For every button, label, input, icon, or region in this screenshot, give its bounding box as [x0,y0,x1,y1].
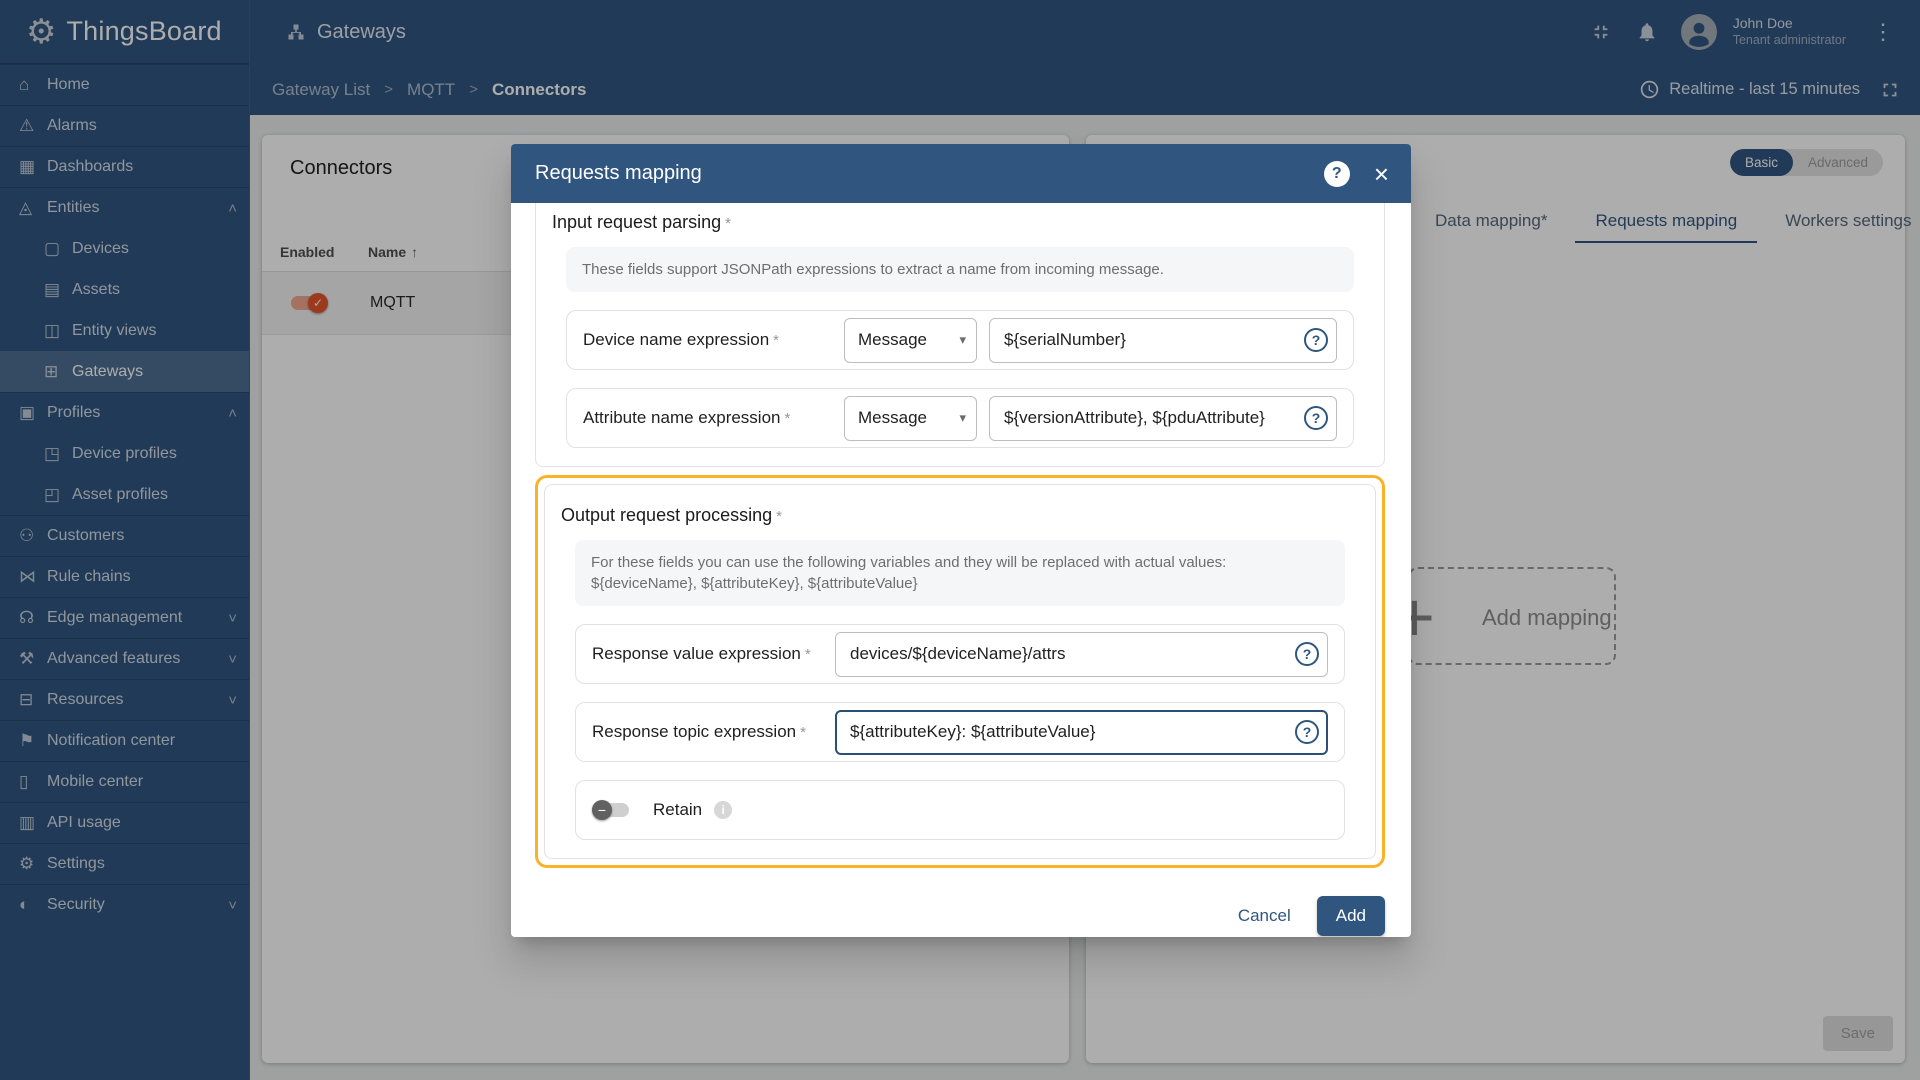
toggle-minus-icon: − [592,800,612,820]
section-heading: Input request parsing * [552,212,731,232]
retain-label: Retain [653,800,703,819]
required-marker: * [725,215,731,232]
attribute-name-expression-input[interactable] [989,395,1337,441]
dialog-title: Requests mapping [535,162,702,184]
device-name-expression-input[interactable] [989,317,1337,363]
output-request-processing-section: Output request processing * For these fie… [544,484,1376,859]
attribute-name-expression-row: Attribute name expression* Message ▾ ? [566,388,1354,448]
field-label: Attribute name expression * [583,408,791,427]
dialog-body: Input request parsing * These fields supp… [511,203,1411,937]
dialog-footer: Cancel Add [535,896,1385,936]
device-name-expression-row: Device name expression* Message ▾ ? [566,310,1354,370]
field-label: Response value expression * [592,644,811,663]
input-request-parsing-section: Input request parsing * These fields supp… [535,203,1385,467]
highlighted-section-outline: Output request processing * For these fie… [535,475,1385,868]
retain-row: − Retain i [575,780,1345,840]
attribute-name-source-select[interactable]: Message ▾ [844,395,977,441]
field-help-icon[interactable]: ? [1304,406,1328,430]
dialog-help-icon[interactable]: ? [1323,160,1350,187]
response-topic-expression-input[interactable] [835,709,1328,755]
info-icon[interactable]: i [714,801,733,819]
field-label: Device name expression * [583,330,779,349]
add-button[interactable]: Add [1316,896,1385,936]
section-hint: For these fields you can use the followi… [575,540,1345,606]
cancel-button[interactable]: Cancel [1238,906,1291,926]
field-help-icon[interactable]: ? [1295,642,1319,666]
retain-toggle[interactable]: − [592,800,629,820]
response-value-expression-input[interactable] [835,631,1328,677]
field-label: Response topic expression * [592,722,806,741]
chevron-down-icon: ▾ [959,410,966,425]
requests-mapping-dialog: Requests mapping ? × Input request parsi… [511,144,1411,937]
section-heading: Output request processing * [561,505,782,525]
field-help-icon[interactable]: ? [1295,720,1319,744]
field-help-icon[interactable]: ? [1304,328,1328,352]
dialog-header: Requests mapping ? × [511,144,1411,203]
chevron-down-icon: ▾ [959,332,966,347]
response-value-expression-row: Response value expression* ? [575,624,1345,684]
close-icon[interactable]: × [1374,161,1389,187]
response-topic-expression-row: Response topic expression* ? [575,702,1345,762]
device-name-source-select[interactable]: Message ▾ [844,317,977,363]
section-hint: These fields support JSONPath expression… [566,247,1354,292]
